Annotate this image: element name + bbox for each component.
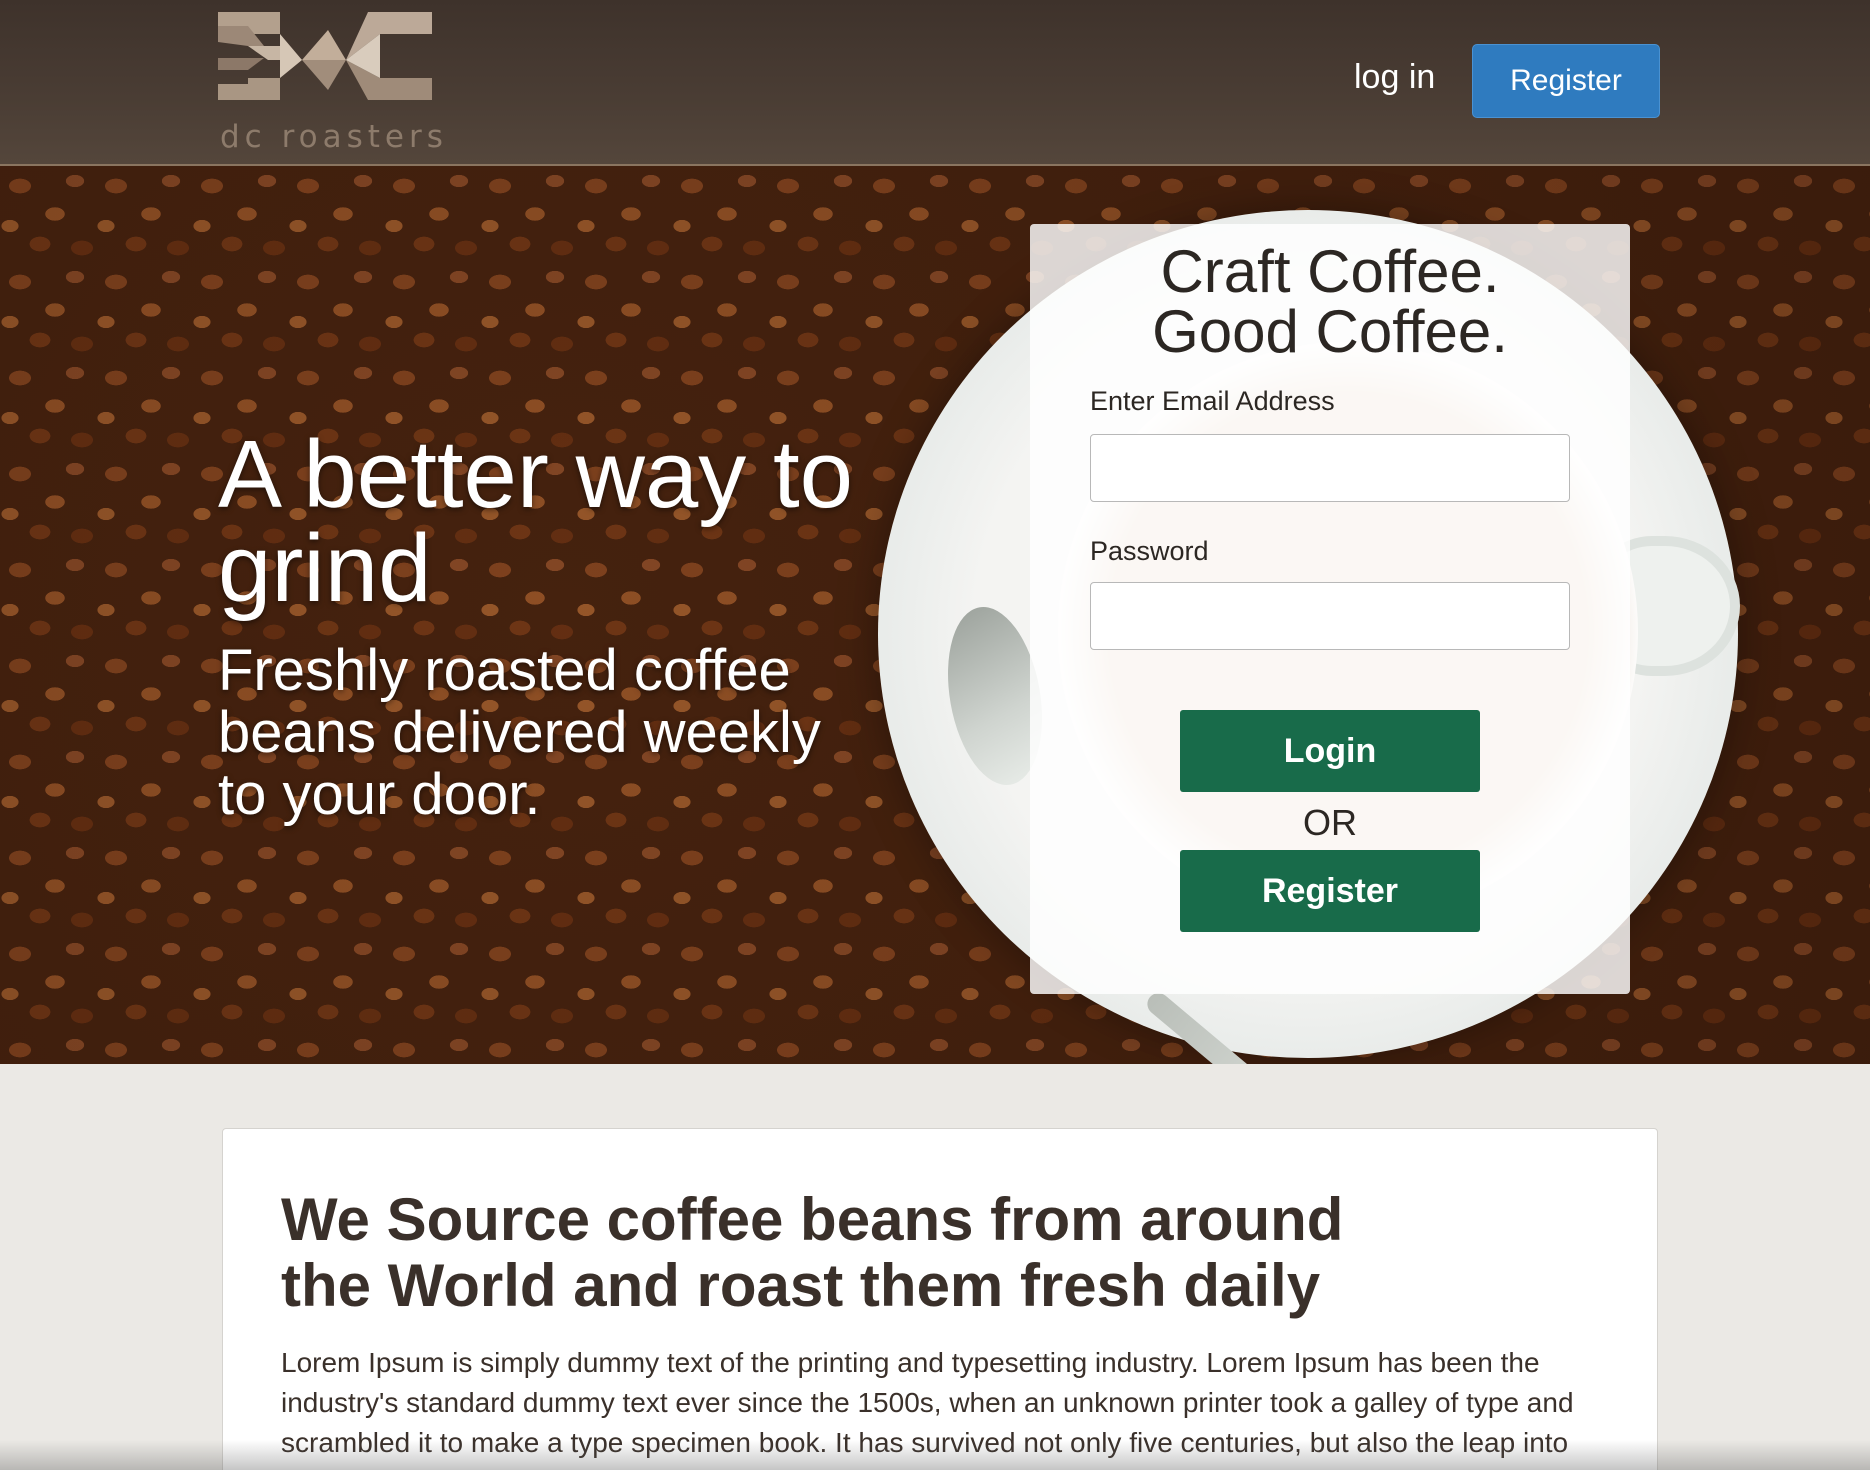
login-panel: Craft Coffee. Good Coffee. Enter Email A…: [1030, 224, 1630, 994]
panel-title: Craft Coffee. Good Coffee.: [1030, 242, 1630, 362]
nav-login-link[interactable]: log in: [1354, 58, 1435, 97]
hero-subtitle: Freshly roasted coffee beans delivered w…: [218, 638, 821, 827]
register-button[interactable]: Register: [1180, 850, 1480, 932]
about-card: We Source coffee beans from around the W…: [222, 1128, 1658, 1470]
panel-title-line1: Craft Coffee.: [1160, 238, 1500, 305]
email-label: Enter Email Address: [1090, 386, 1335, 416]
hero-title: A better way to grind: [218, 421, 854, 622]
password-field[interactable]: [1090, 582, 1570, 650]
dc-roasters-logo[interactable]: dc roasters: [218, 12, 443, 153]
about-heading: We Source coffee beans from around the W…: [281, 1186, 1344, 1319]
site-header: dc roasters log in Register: [0, 0, 1870, 166]
email-field[interactable]: [1090, 434, 1570, 502]
logo-text: dc roasters: [220, 119, 448, 155]
bottom-edge-shadow: [0, 1440, 1870, 1470]
nav-register-button[interactable]: Register: [1472, 44, 1660, 118]
or-divider-text: OR: [1303, 802, 1357, 843]
login-button[interactable]: Login: [1180, 710, 1480, 792]
password-label: Password: [1090, 536, 1209, 566]
panel-title-line2: Good Coffee.: [1152, 298, 1508, 365]
logo-mark-icon: [218, 12, 432, 100]
